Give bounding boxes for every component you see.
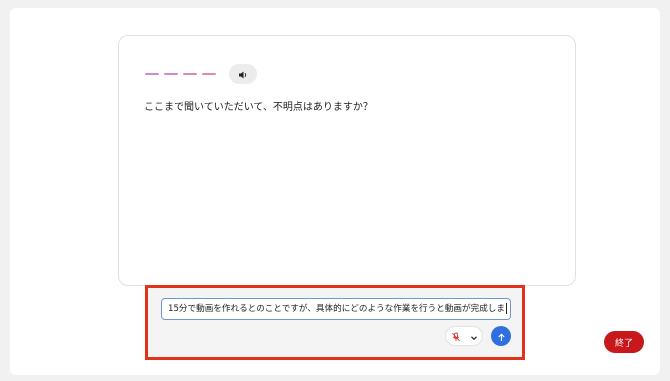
assistant-question: ここまで聞いていただいて、不明点はありますか？ xyxy=(144,102,373,113)
message-input[interactable]: 15分で動画を作れるとのことですが、具体的にどのような作業を行うと動画が完成しま xyxy=(161,298,511,320)
play-audio-button[interactable] xyxy=(229,64,257,84)
conversation-card: ここまで聞いていただいて、不明点はありますか？ xyxy=(118,35,576,286)
text-cursor xyxy=(505,303,507,314)
waveform-dash xyxy=(145,73,159,75)
mic-muted-icon[interactable] xyxy=(451,327,461,346)
end-button[interactable]: 終了 xyxy=(604,331,644,353)
message-input-text: 15分で動画を作れるとのことですが、具体的にどのような作業を行うと動画が完成しま xyxy=(168,304,505,314)
mic-control[interactable] xyxy=(445,326,483,346)
arrow-up-icon xyxy=(497,327,506,346)
waveform-dash xyxy=(202,73,216,75)
audio-waveform xyxy=(145,73,216,75)
waveform-dash xyxy=(183,73,197,75)
waveform-dash xyxy=(164,73,178,75)
send-button[interactable] xyxy=(491,326,511,346)
chat-input-area: 15分で動画を作れるとのことですが、具体的にどのような作業を行うと動画が完成しま xyxy=(145,285,525,360)
speaker-icon xyxy=(238,65,248,84)
chevron-down-icon[interactable] xyxy=(470,327,478,346)
